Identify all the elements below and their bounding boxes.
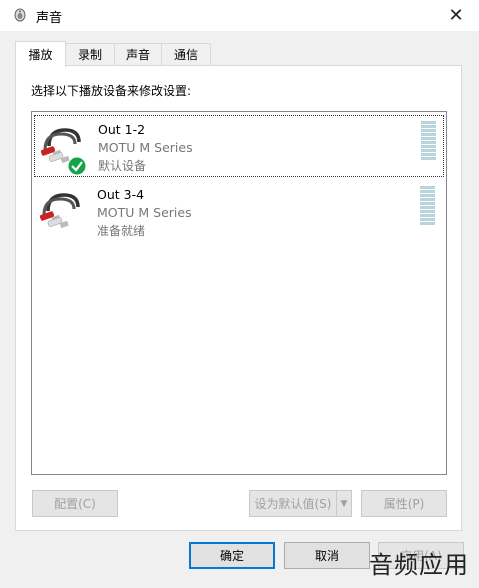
- properties-button[interactable]: 属性(P): [361, 490, 447, 517]
- playback-panel: 选择以下播放设备来修改设置: Out 1-2 MOTU M Series 默认设…: [15, 65, 462, 531]
- tab-recording[interactable]: 录制: [65, 43, 115, 65]
- volume-meter: [420, 186, 435, 226]
- watermark-text: 音频应用: [369, 551, 469, 579]
- set-default-button[interactable]: 设为默认值(S): [249, 490, 337, 517]
- title-bar: 声音 ✕: [0, 0, 479, 31]
- instruction-text: 选择以下播放设备来修改设置:: [31, 84, 192, 98]
- device-driver: MOTU M Series: [98, 140, 193, 155]
- ok-button[interactable]: 确定: [189, 542, 275, 569]
- rca-cable-icon: [39, 193, 80, 229]
- tab-playback[interactable]: 播放: [15, 41, 66, 67]
- device-name: Out 1-2: [98, 122, 146, 137]
- window-title: 声音: [36, 11, 63, 26]
- chevron-down-icon: ▼: [340, 498, 348, 509]
- tab-sounds[interactable]: 声音: [114, 43, 162, 65]
- configure-button[interactable]: 配置(C): [32, 490, 118, 517]
- volume-meter: [421, 121, 436, 161]
- device-status: 默认设备: [98, 159, 147, 173]
- speaker-icon: [14, 8, 26, 22]
- device-item-out-1-2[interactable]: Out 1-2 MOTU M Series 默认设备: [34, 115, 444, 177]
- close-icon: ✕: [448, 5, 464, 26]
- tab-communications[interactable]: 通信: [161, 43, 211, 65]
- device-item-out-3-4[interactable]: Out 3-4 MOTU M Series 准备就绪: [34, 181, 444, 243]
- device-driver: MOTU M Series: [97, 205, 192, 220]
- default-check-icon: [67, 156, 87, 176]
- cancel-button[interactable]: 取消: [284, 542, 370, 569]
- set-default-dropdown[interactable]: ▼: [336, 490, 352, 517]
- device-list[interactable]: Out 1-2 MOTU M Series 默认设备 Out 3-4 MOTU …: [31, 111, 447, 475]
- device-name: Out 3-4: [97, 187, 145, 202]
- device-status: 准备就绪: [97, 224, 146, 238]
- close-button[interactable]: ✕: [433, 0, 479, 31]
